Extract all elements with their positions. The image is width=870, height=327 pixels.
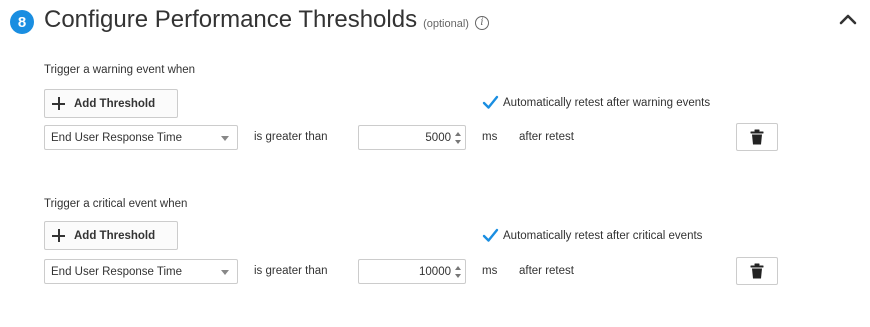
spinner-arrows-icon[interactable]	[455, 266, 461, 278]
optional-label: (optional)	[423, 18, 469, 30]
checkbox-checked-icon[interactable]	[482, 227, 499, 244]
add-threshold-label: Add Threshold	[74, 97, 156, 110]
warning-section-label: Trigger a warning event when	[44, 64, 196, 76]
info-icon[interactable]: i	[474, 16, 489, 30]
warning-after-retest-text: after retest	[519, 131, 574, 143]
warning-delete-button[interactable]	[736, 123, 778, 151]
warning-value: 5000	[425, 131, 451, 144]
caret-down-icon	[221, 270, 229, 275]
warning-value-input[interactable]: 5000	[358, 125, 466, 150]
warning-comparator-text: is greater than	[254, 131, 328, 143]
chevron-up-icon[interactable]	[836, 8, 860, 32]
step-number-badge: 8	[10, 10, 34, 34]
section-header: 8 Configure Performance Thresholds (optio…	[10, 6, 860, 36]
critical-auto-retest-option[interactable]: Automatically retest after critical even…	[482, 227, 702, 244]
critical-unit-label: ms	[482, 265, 498, 277]
critical-metric-select[interactable]: End User Response Time	[44, 259, 238, 284]
warning-unit-label: ms	[482, 131, 498, 143]
critical-value-input[interactable]: 10000	[358, 259, 466, 284]
critical-threshold-section: Trigger a critical event when Add Thresh…	[44, 198, 784, 298]
page-title: Configure Performance Thresholds	[44, 6, 418, 33]
trash-icon	[750, 263, 764, 279]
warning-metric-value: End User Response Time	[51, 131, 183, 144]
caret-down-icon	[221, 136, 229, 141]
plus-icon	[52, 229, 65, 242]
critical-comparator-text: is greater than	[254, 265, 328, 277]
trash-icon	[750, 129, 764, 145]
checkbox-checked-icon[interactable]	[482, 94, 499, 111]
critical-delete-button[interactable]	[736, 257, 778, 285]
section-title-row: Configure Performance Thresholds (optiona…	[44, 6, 489, 34]
warning-auto-retest-label: Automatically retest after warning event…	[503, 96, 711, 109]
critical-auto-retest-label: Automatically retest after critical even…	[503, 229, 703, 242]
warning-metric-select[interactable]: End User Response Time	[44, 125, 238, 150]
plus-icon	[52, 97, 65, 110]
spinner-arrows-icon[interactable]	[455, 132, 461, 144]
critical-value: 10000	[419, 265, 451, 278]
warning-auto-retest-option[interactable]: Automatically retest after warning event…	[482, 94, 710, 111]
add-warning-threshold-button[interactable]: Add Threshold	[44, 89, 178, 118]
add-critical-threshold-button[interactable]: Add Threshold	[44, 221, 178, 250]
add-threshold-label: Add Threshold	[74, 229, 156, 242]
critical-after-retest-text: after retest	[519, 265, 574, 277]
warning-threshold-section: Trigger a warning event when Add Thresho…	[44, 64, 784, 164]
critical-metric-value: End User Response Time	[51, 265, 183, 278]
critical-section-label: Trigger a critical event when	[44, 198, 188, 210]
